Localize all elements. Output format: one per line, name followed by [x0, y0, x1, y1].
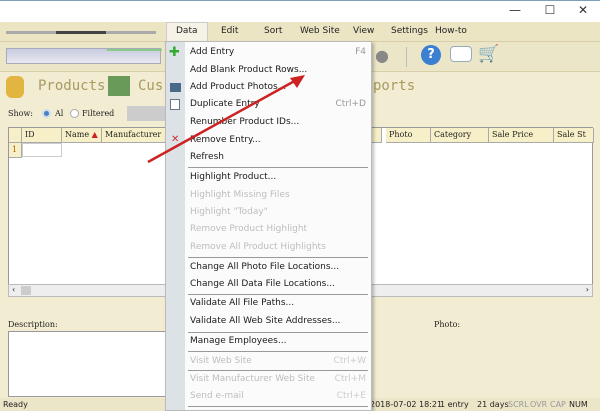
sort-ascending-icon: ▲	[91, 130, 98, 139]
column-header-name[interactable]: Name ▲	[62, 128, 102, 143]
customers-icon	[108, 76, 130, 96]
tab-products[interactable]: Products	[38, 78, 105, 94]
menu-sort[interactable]: Sort	[264, 26, 282, 36]
menu-item-highlight-today: Highlight "Today"	[190, 204, 368, 221]
menu-item-highlight-missing-files: Highlight Missing Files	[190, 187, 368, 204]
menu-item-label: Remove Product Highlight	[190, 224, 308, 234]
menu-item-manage-employees[interactable]: Manage Employees...	[190, 333, 368, 350]
menu-item-label: Highlight Product...	[190, 172, 277, 182]
menu-item-visit-manufacturer-web-site: Visit Manufacturer Web Site Ctrl+M	[190, 371, 368, 388]
title-bar: — ☐ ✕	[0, 0, 600, 22]
menu-item-label: Manage Employees...	[190, 336, 287, 346]
maximize-button[interactable]: ☐	[535, 3, 565, 21]
row-number[interactable]: 1	[9, 143, 22, 158]
menu-item-label: Validate All Web Site Addresses...	[190, 316, 341, 326]
menu-item-label: Add Entry	[190, 47, 235, 57]
menu-item-validate-all-file-paths[interactable]: Validate All File Paths...	[190, 295, 368, 312]
column-header-id[interactable]: ID	[22, 128, 62, 143]
radio-filtered-label: Filtered	[82, 109, 115, 118]
menu-item-shortcut: Ctrl+M	[334, 374, 366, 384]
menu-item-shortcut: Ctrl+E	[336, 391, 366, 401]
column-header-sale-status[interactable]: Sale St	[554, 128, 594, 143]
menu-item-highlight-product[interactable]: Highlight Product...	[190, 169, 368, 186]
status-date: 2018-07-02 18:21	[370, 400, 443, 409]
menu-item-label: Visit Manufacturer Web Site	[190, 374, 315, 384]
status-entries: 1 entry	[440, 400, 469, 409]
menu-item-label: Change All Photo File Locations...	[190, 262, 340, 272]
menu-web-site[interactable]: Web Site	[300, 26, 340, 36]
menu-item-label: Highlight Missing Files	[190, 190, 290, 200]
radio-filtered[interactable]	[70, 109, 79, 118]
column-header-category[interactable]: Category	[431, 128, 489, 143]
status-ovr: OVR	[530, 400, 548, 409]
menu-separator	[188, 351, 368, 352]
menu-item-change-all-photo-file-locations[interactable]: Change All Photo File Locations...	[190, 259, 368, 276]
column-name-label: Name	[65, 130, 90, 139]
progress-track	[6, 31, 156, 34]
status-scrl: SCRL	[508, 400, 529, 409]
menu-item-remove-product-highlight: Remove Product Highlight	[190, 221, 368, 238]
description-label: Description:	[8, 320, 58, 329]
radio-all[interactable]	[42, 109, 51, 118]
help-icon[interactable]: ?	[421, 45, 441, 65]
menu-item-add-entry[interactable]: Add Entry F4	[190, 44, 368, 61]
status-days: 21 days	[477, 400, 509, 409]
column-header-sale-price[interactable]: Sale Price	[489, 128, 554, 143]
menu-item-label: Highlight "Today"	[190, 207, 268, 217]
menu-edit[interactable]: Edit	[221, 26, 238, 36]
menu-item-label: Send e-mail	[190, 391, 244, 401]
menu-item-shortcut: Ctrl+D	[335, 99, 367, 109]
menu-item-validate-all-web-site-addresses[interactable]: Validate All Web Site Addresses...	[190, 313, 368, 330]
menu-settings[interactable]: Settings	[391, 26, 428, 36]
show-label: Show:	[8, 109, 33, 118]
add-icon: ✚	[169, 45, 180, 60]
menu-item-shortcut: F4	[355, 47, 366, 57]
menu-view[interactable]: View	[353, 26, 374, 36]
users-icon[interactable]: ●	[375, 46, 389, 65]
menu-item-label: Remove All Product Highlights	[190, 242, 326, 252]
menu-item-label: Validate All File Paths...	[190, 298, 295, 308]
minimize-button[interactable]: —	[500, 3, 530, 21]
photo-label: Photo:	[434, 320, 461, 329]
search-box[interactable]	[6, 48, 162, 64]
menu-bar: Data Edit Sort Web Site View Settings Ho…	[0, 22, 600, 42]
menu-separator	[188, 332, 368, 333]
menu-separator	[188, 370, 368, 371]
status-cap: CAP	[550, 400, 566, 409]
status-num: NUM	[569, 400, 588, 409]
column-header-photo[interactable]: Photo	[386, 128, 431, 143]
table-row[interactable]	[22, 143, 62, 157]
menu-item-send-e-mail: Send e-mail Ctrl+E	[190, 388, 368, 405]
scroll-left-icon[interactable]: ‹	[12, 285, 15, 294]
menu-separator	[188, 294, 368, 295]
menu-item-shortcut: Ctrl+W	[333, 356, 366, 366]
scroll-right-icon[interactable]: ›	[586, 285, 589, 294]
menu-separator	[188, 257, 368, 258]
annotation-arrow	[147, 75, 305, 164]
tab-reports[interactable]: ports	[373, 78, 415, 94]
menu-data[interactable]: Data	[176, 26, 198, 36]
menu-item-label: Visit Web Site	[190, 356, 252, 366]
description-field[interactable]	[8, 331, 168, 397]
radio-all-label: Al	[55, 109, 64, 118]
status-text: Ready	[3, 400, 28, 409]
menu-item-remove-all-product-highlights: Remove All Product Highlights	[190, 239, 368, 256]
menu-separator	[188, 406, 368, 407]
close-button[interactable]: ✕	[568, 3, 598, 21]
products-icon	[6, 76, 24, 98]
chat-icon[interactable]	[450, 46, 472, 62]
menu-item-change-all-data-file-locations[interactable]: Change All Data File Locations...	[190, 276, 368, 293]
cart-icon[interactable]: 🛒	[478, 44, 499, 64]
menu-how-to[interactable]: How-to	[435, 26, 467, 36]
menu-item-visit-web-site: Visit Web Site Ctrl+W	[190, 353, 368, 370]
menu-item-label: Change All Data File Locations...	[190, 279, 335, 289]
